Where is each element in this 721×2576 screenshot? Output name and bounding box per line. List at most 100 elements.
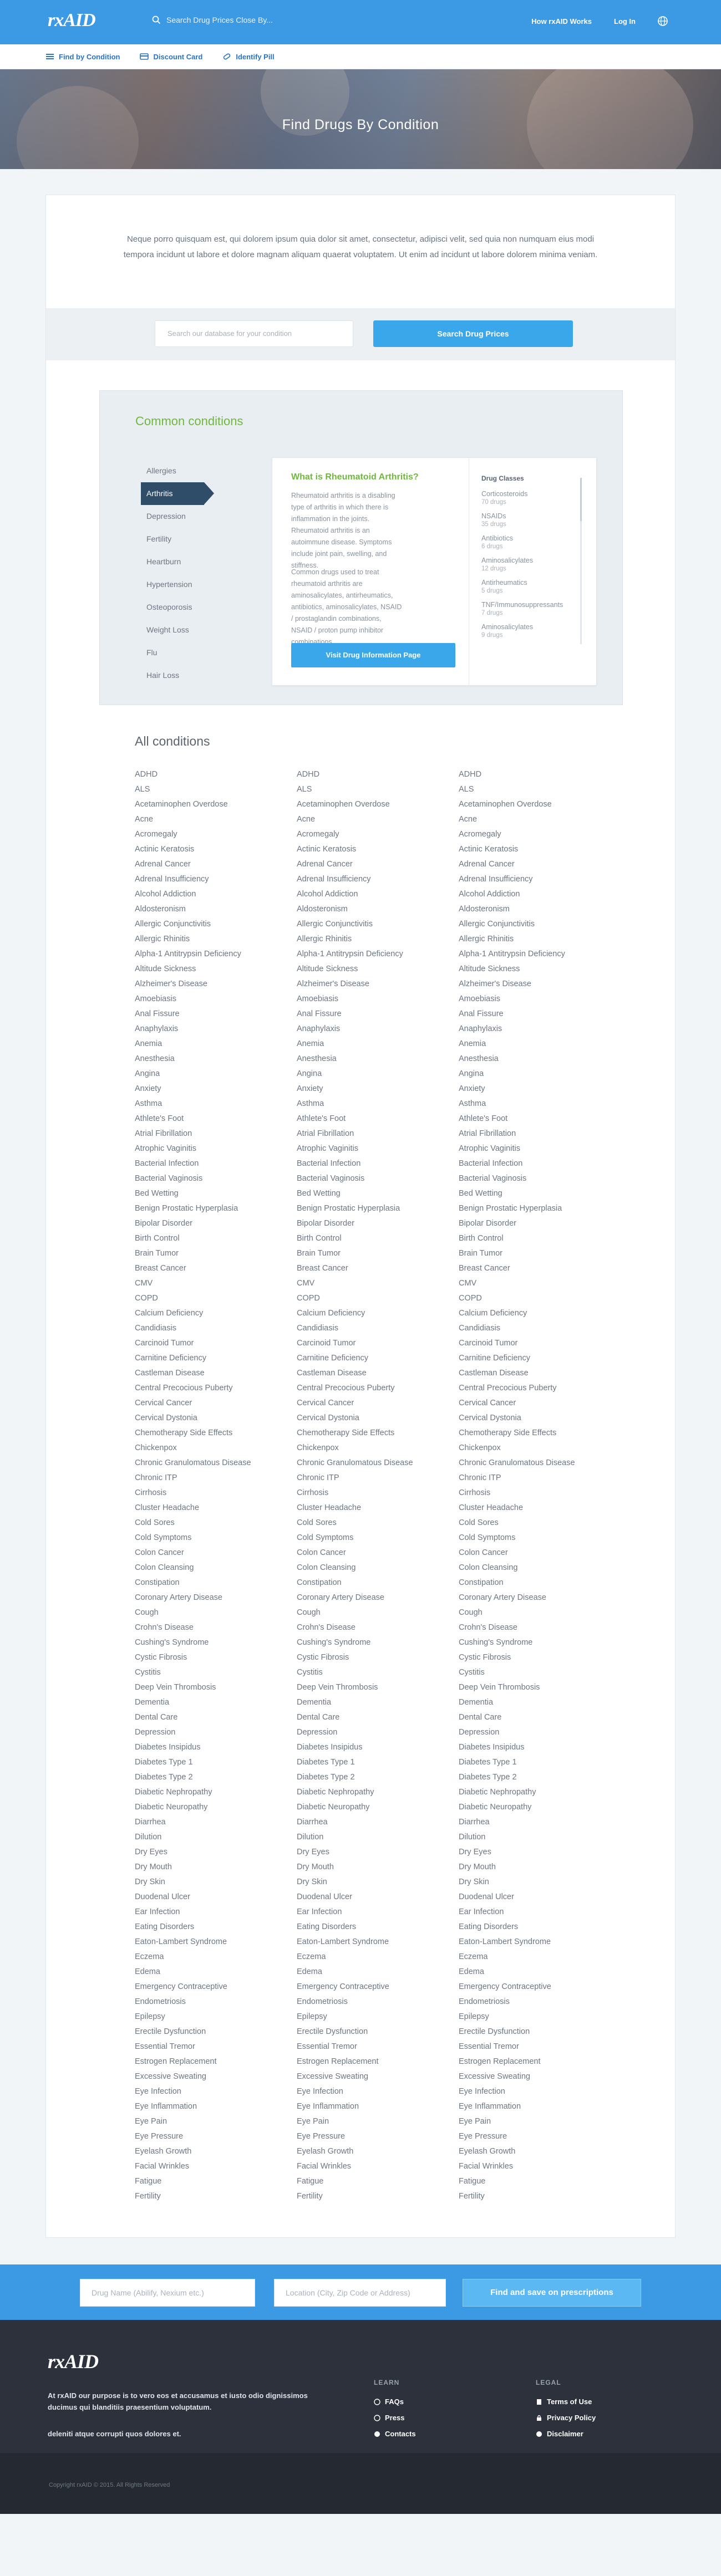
condition-link[interactable]: Carcinoid Tumor — [135, 1336, 297, 1351]
subnav-discount-card[interactable]: Discount Card — [140, 52, 202, 61]
condition-link[interactable]: Chronic Granulomatous Disease — [459, 1456, 621, 1471]
condition-link[interactable]: Cirrhosis — [459, 1486, 621, 1501]
header-search[interactable]: Search Drug Prices Close By... — [152, 16, 273, 24]
condition-link[interactable]: Atrophic Vaginitis — [297, 1141, 459, 1156]
condition-link[interactable]: Alcohol Addiction — [459, 887, 621, 902]
condition-link[interactable]: Actinic Keratosis — [459, 842, 621, 857]
condition-link[interactable]: Bacterial Vaginosis — [297, 1171, 459, 1186]
footer-link-contacts[interactable]: Contacts — [374, 2430, 416, 2438]
condition-link[interactable]: Cushing's Syndrome — [459, 1635, 621, 1650]
condition-link[interactable]: CMV — [297, 1276, 459, 1291]
condition-link[interactable]: Atrophic Vaginitis — [135, 1141, 297, 1156]
condition-link[interactable]: Deep Vein Thrombosis — [459, 1680, 621, 1695]
condition-link[interactable]: Cough — [297, 1605, 459, 1620]
condition-link[interactable]: Cluster Headache — [135, 1501, 297, 1516]
condition-link[interactable]: Adrenal Insufficiency — [135, 872, 297, 887]
condition-link[interactable]: Constipation — [297, 1575, 459, 1590]
condition-link[interactable]: Emergency Contraceptive — [297, 1980, 459, 1995]
condition-link[interactable]: Alpha-1 Antitrypsin Deficiency — [459, 947, 621, 962]
condition-link[interactable]: Estrogen Replacement — [297, 2054, 459, 2069]
condition-link[interactable]: Adrenal Cancer — [459, 857, 621, 872]
condition-link[interactable]: Chronic ITP — [297, 1471, 459, 1486]
condition-link[interactable]: Erectile Dysfunction — [459, 2024, 621, 2039]
condition-link[interactable]: Emergency Contraceptive — [459, 1980, 621, 1995]
condition-link[interactable]: Bed Wetting — [297, 1186, 459, 1201]
condition-link[interactable]: Duodenal Ulcer — [297, 1890, 459, 1905]
condition-link[interactable]: Central Precocious Puberty — [459, 1381, 621, 1396]
condition-link[interactable]: Fertility — [297, 2189, 459, 2204]
condition-link[interactable]: CMV — [135, 1276, 297, 1291]
condition-link[interactable]: Eye Infection — [297, 2084, 459, 2099]
condition-link[interactable]: Eye Inflammation — [459, 2099, 621, 2114]
condition-link[interactable]: Allergic Conjunctivitis — [459, 917, 621, 932]
condition-link[interactable]: Cold Sores — [459, 1516, 621, 1531]
condition-link[interactable]: ALS — [459, 782, 621, 797]
common-condition-item[interactable]: Allergies — [141, 460, 219, 482]
condition-link[interactable]: Coronary Artery Disease — [135, 1590, 297, 1605]
condition-link[interactable]: Anxiety — [135, 1082, 297, 1096]
condition-link[interactable]: Diabetes Insipidus — [135, 1740, 297, 1755]
condition-link[interactable]: Edema — [297, 1965, 459, 1980]
condition-link[interactable]: Brain Tumor — [459, 1246, 621, 1261]
condition-link[interactable]: Chickenpox — [297, 1441, 459, 1456]
condition-link[interactable]: ADHD — [297, 767, 459, 782]
condition-link[interactable]: Dental Care — [297, 1710, 459, 1725]
footer-link-privacy[interactable]: Privacy Policy — [536, 2414, 596, 2422]
condition-link[interactable]: Eaton-Lambert Syndrome — [459, 1935, 621, 1950]
condition-link[interactable]: Cervical Dystonia — [135, 1411, 297, 1426]
condition-link[interactable]: Ear Infection — [135, 1905, 297, 1920]
condition-link[interactable]: Diabetes Insipidus — [297, 1740, 459, 1755]
condition-link[interactable]: Depression — [459, 1725, 621, 1740]
condition-link[interactable]: Duodenal Ulcer — [135, 1890, 297, 1905]
condition-link[interactable]: Essential Tremor — [135, 2039, 297, 2054]
condition-link[interactable]: Anesthesia — [297, 1052, 459, 1067]
condition-link[interactable]: Dental Care — [135, 1710, 297, 1725]
condition-link[interactable]: Benign Prostatic Hyperplasia — [135, 1201, 297, 1216]
condition-link[interactable]: Carcinoid Tumor — [459, 1336, 621, 1351]
location-input[interactable]: Location (City, Zip Code or Address) — [274, 2279, 446, 2307]
condition-link[interactable]: Altitude Sickness — [135, 962, 297, 977]
condition-link[interactable]: Actinic Keratosis — [297, 842, 459, 857]
condition-link[interactable]: Cystic Fibrosis — [459, 1650, 621, 1665]
condition-link[interactable]: Benign Prostatic Hyperplasia — [297, 1201, 459, 1216]
condition-link[interactable]: Colon Cleansing — [297, 1560, 459, 1575]
condition-link[interactable]: Bacterial Vaginosis — [135, 1171, 297, 1186]
condition-link[interactable]: Alpha-1 Antitrypsin Deficiency — [135, 947, 297, 962]
condition-link[interactable]: Candidiasis — [459, 1321, 621, 1336]
common-condition-item[interactable]: Flu — [141, 641, 219, 664]
condition-link[interactable]: Crohn's Disease — [459, 1620, 621, 1635]
condition-link[interactable]: Dementia — [135, 1695, 297, 1710]
condition-link[interactable]: Acromegaly — [135, 827, 297, 842]
condition-link[interactable]: Dry Skin — [297, 1875, 459, 1890]
common-condition-item[interactable]: Arthritis — [141, 482, 214, 505]
condition-link[interactable]: Amoebiasis — [459, 992, 621, 1007]
condition-link[interactable]: Cold Symptoms — [459, 1531, 621, 1545]
common-condition-item[interactable]: Heartburn — [141, 550, 219, 573]
condition-link[interactable]: Asthma — [459, 1096, 621, 1111]
globe-icon[interactable] — [658, 16, 668, 26]
condition-link[interactable]: Angina — [297, 1067, 459, 1082]
condition-link[interactable]: Benign Prostatic Hyperplasia — [459, 1201, 621, 1216]
condition-link[interactable]: Eczema — [459, 1950, 621, 1965]
condition-link[interactable]: Brain Tumor — [135, 1246, 297, 1261]
condition-link[interactable]: Acne — [135, 812, 297, 827]
condition-link[interactable]: Adrenal Cancer — [135, 857, 297, 872]
condition-link[interactable]: Eye Inflammation — [297, 2099, 459, 2114]
condition-link[interactable]: Anemia — [297, 1037, 459, 1052]
condition-link[interactable]: Dry Skin — [135, 1875, 297, 1890]
condition-link[interactable]: Athlete's Foot — [459, 1111, 621, 1126]
condition-link[interactable]: Atrial Fibrillation — [459, 1126, 621, 1141]
condition-link[interactable]: Fatigue — [135, 2174, 297, 2189]
condition-link[interactable]: Allergic Conjunctivitis — [135, 917, 297, 932]
condition-link[interactable]: Deep Vein Thrombosis — [135, 1680, 297, 1695]
condition-link[interactable]: Cushing's Syndrome — [135, 1635, 297, 1650]
condition-link[interactable]: Castleman Disease — [135, 1366, 297, 1381]
condition-link[interactable]: Colon Cleansing — [459, 1560, 621, 1575]
scrollbar-thumb[interactable] — [580, 478, 582, 521]
condition-link[interactable]: Alpha-1 Antitrypsin Deficiency — [297, 947, 459, 962]
condition-link[interactable]: Allergic Conjunctivitis — [297, 917, 459, 932]
condition-link[interactable]: Acetaminophen Overdose — [135, 797, 297, 812]
condition-link[interactable]: Eaton-Lambert Syndrome — [297, 1935, 459, 1950]
condition-link[interactable]: Cushing's Syndrome — [297, 1635, 459, 1650]
condition-link[interactable]: Diarrhea — [135, 1815, 297, 1830]
